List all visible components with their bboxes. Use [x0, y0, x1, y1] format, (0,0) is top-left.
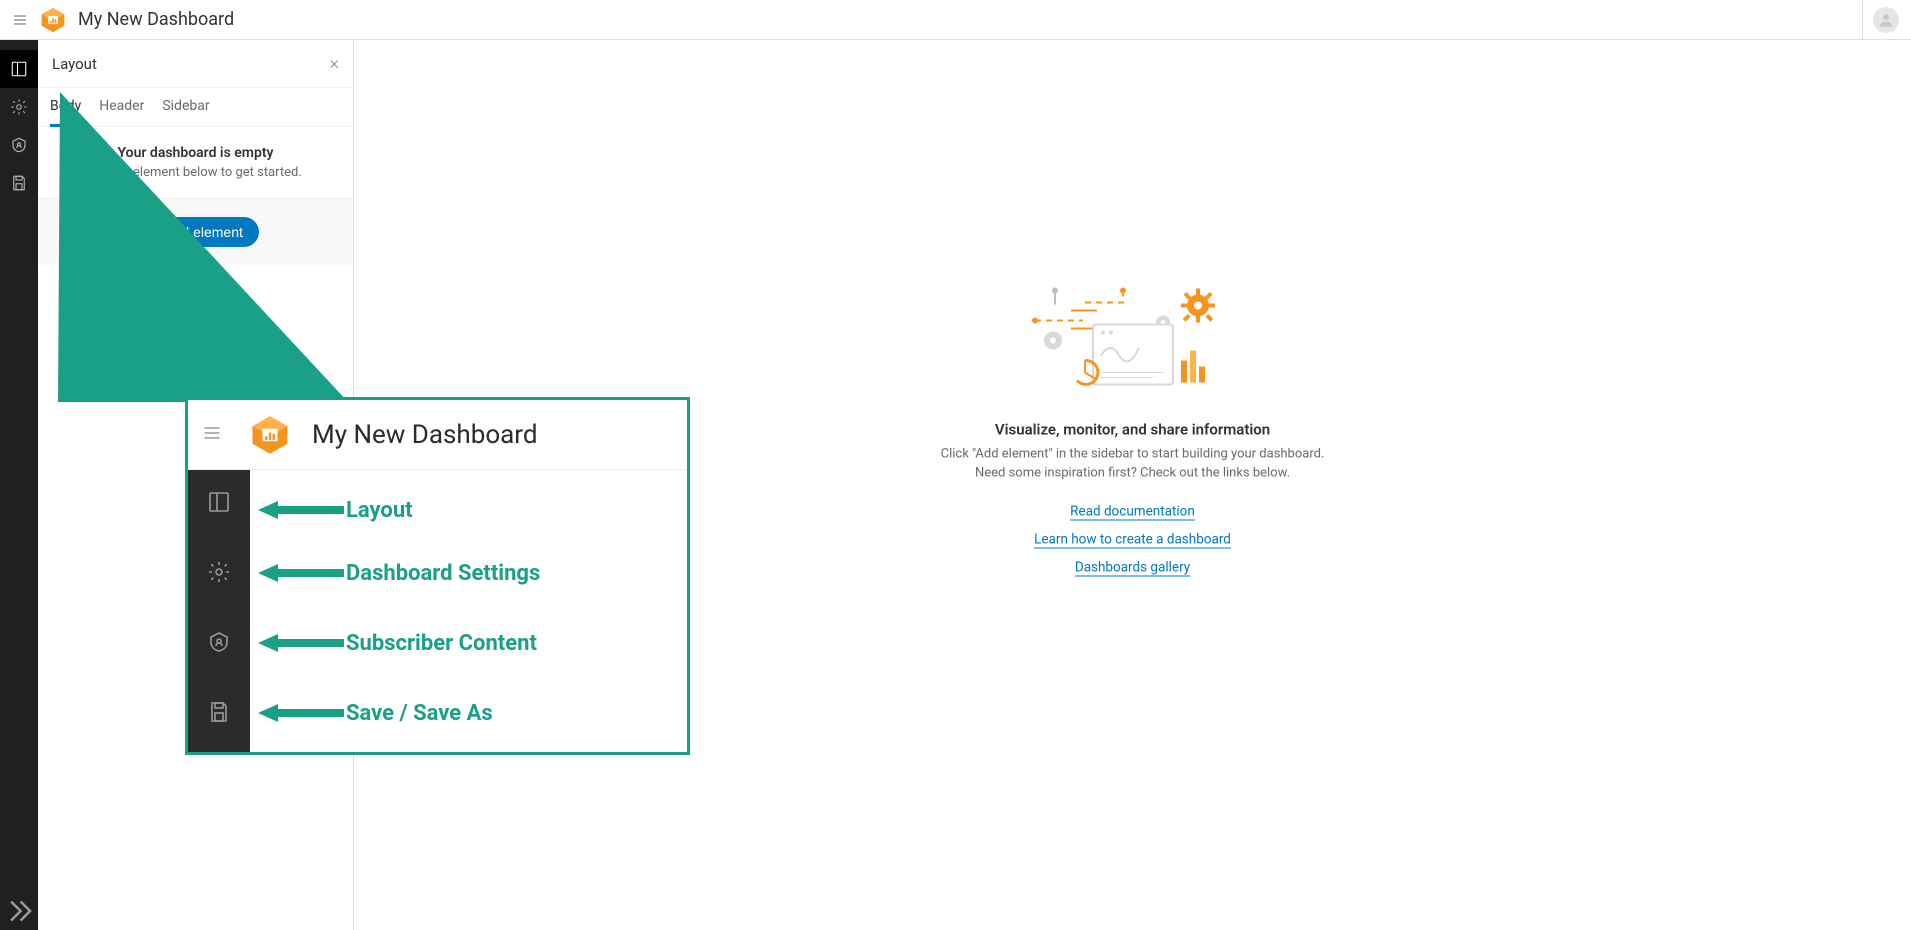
panel-close-button[interactable]: ×	[330, 55, 339, 73]
empty-description: Click "Add element" in the sidebar to st…	[873, 444, 1393, 483]
annotation-rail-layout	[188, 480, 250, 524]
annotation-callout: My New Dashboard Layout Dashboard Settin…	[185, 397, 690, 755]
panel-tabs: Body Header Sidebar	[38, 88, 353, 127]
side-rail	[0, 40, 38, 930]
divider	[1862, 0, 1863, 40]
chevrons-right-icon	[0, 892, 38, 930]
annotation-label-layout: Layout	[346, 498, 413, 523]
empty-subtitle: Add an element below to get started.	[58, 165, 333, 180]
rail-item-layout[interactable]	[0, 50, 38, 88]
layout-icon	[207, 490, 231, 514]
gear-icon	[10, 98, 28, 116]
subscriber-icon	[10, 136, 28, 154]
annotation-topbar: My New Dashboard	[188, 400, 687, 470]
link-read-docs[interactable]: Read documentation	[1070, 503, 1195, 520]
annotation-logo-icon	[250, 415, 290, 455]
save-icon	[207, 700, 231, 724]
rail-item-save[interactable]	[0, 164, 38, 202]
arrow-left-icon	[258, 499, 344, 521]
empty-illustration-icon	[1023, 280, 1243, 400]
tab-body[interactable]: Body	[50, 98, 81, 127]
plus-icon: +	[148, 225, 156, 239]
annotation-hamburger	[202, 423, 222, 447]
link-learn-create[interactable]: Learn how to create a dashboard	[1034, 531, 1231, 548]
user-avatar[interactable]	[1873, 7, 1899, 33]
empty-heading: Visualize, monitor, and share informatio…	[873, 420, 1393, 438]
hamburger-icon	[12, 12, 28, 28]
rail-item-settings[interactable]	[0, 88, 38, 126]
annotation-rail-save	[188, 690, 250, 734]
gear-icon	[207, 560, 231, 584]
arrow-left-icon	[258, 632, 344, 654]
annotation-rail-subscriber	[188, 620, 250, 664]
app-logo-icon	[40, 7, 66, 33]
tab-header[interactable]: Header	[99, 98, 144, 126]
annotation-title: My New Dashboard	[312, 420, 538, 450]
rail-item-subscriber[interactable]	[0, 126, 38, 164]
subscriber-icon	[207, 630, 231, 654]
layout-icon	[10, 60, 28, 78]
panel-empty-message: Your dashboard is empty Add an element b…	[38, 127, 353, 199]
add-element-button[interactable]: + Add element	[132, 217, 259, 247]
topbar: My New Dashboard	[0, 0, 1911, 40]
arrow-left-icon	[258, 562, 344, 584]
canvas-empty-state: Visualize, monitor, and share informatio…	[873, 280, 1393, 583]
empty-title: Your dashboard is empty	[58, 145, 333, 161]
tab-sidebar[interactable]: Sidebar	[162, 98, 209, 126]
annotation-rail	[188, 470, 250, 752]
hamburger-icon	[202, 423, 222, 443]
save-icon	[10, 174, 28, 192]
help-links: Read documentation Learn how to create a…	[873, 499, 1393, 580]
add-element-label: Add element	[164, 224, 243, 240]
page-title: My New Dashboard	[78, 9, 234, 30]
annotation-rail-settings	[188, 550, 250, 594]
user-icon	[1877, 11, 1895, 29]
panel-title: Layout	[52, 55, 97, 73]
rail-expand-button[interactable]	[0, 892, 38, 930]
annotation-label-save: Save / Save As	[346, 701, 493, 726]
annotation-label-subscriber: Subscriber Content	[346, 631, 537, 656]
annotation-label-settings: Dashboard Settings	[346, 561, 540, 586]
link-gallery[interactable]: Dashboards gallery	[1075, 559, 1190, 576]
menu-button[interactable]	[0, 12, 40, 28]
arrow-left-icon	[258, 702, 344, 724]
